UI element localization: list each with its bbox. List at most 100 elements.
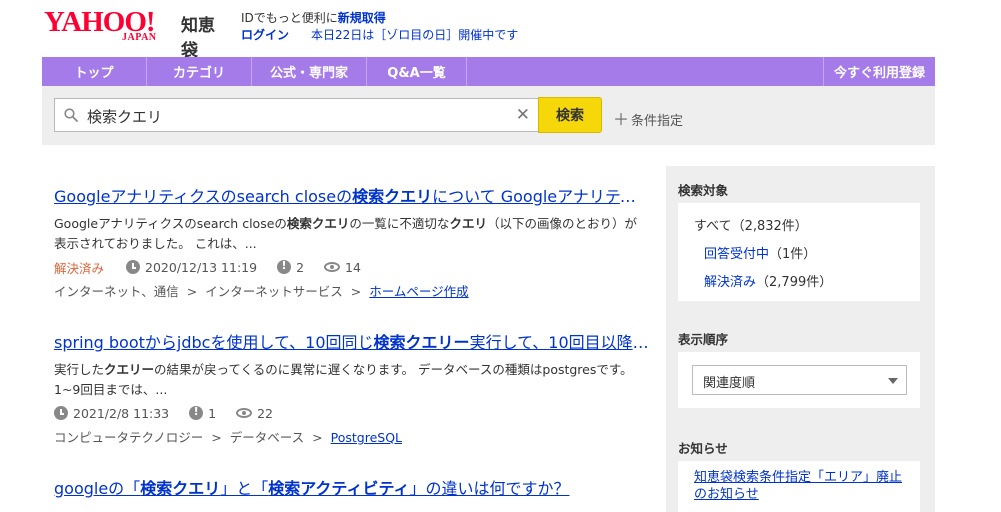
- title-part: 」と「: [220, 479, 269, 498]
- crumb: インターネット、通信: [54, 284, 179, 299]
- crumb: インターネットサービス: [205, 284, 343, 299]
- result-item: Googleアナリティクスのsearch closeの検索クエリについて Goo…: [54, 186, 649, 301]
- title-part: について Googleアナリティクスのsearch closeの検索クエリの一覧: [432, 187, 649, 206]
- result-title-link[interactable]: Googleアナリティクスのsearch closeの検索クエリについて Goo…: [54, 186, 649, 208]
- title-keyword: 検索クエリ: [352, 187, 433, 206]
- sort-order-box: 関連度順: [678, 352, 920, 408]
- id-text: IDでもっと便利に: [241, 11, 338, 25]
- global-nav: トップ カテゴリ 公式・専門家 Q&A一覧 今すぐ利用登録: [42, 57, 935, 86]
- search-target-box: すべて（2,832件） 回答受付中（1件） 解決済み（2,799件）: [678, 203, 920, 301]
- sort-order-value: 関連度順: [703, 376, 756, 391]
- clock-icon: [54, 406, 68, 420]
- news-box: 知恵袋検索条件指定「エリア」廃止のお知らせ: [678, 461, 920, 512]
- clock-icon: [126, 260, 141, 274]
- chevron-down-icon: [888, 378, 898, 384]
- result-meta: 2021/2/8 11:33 1 22: [54, 404, 649, 422]
- snippet-part: Googleアナリティクスのsearch closeの: [54, 216, 287, 231]
- search-target-heading: 検索対象: [678, 183, 729, 198]
- logo-chiebukuro: 知恵袋: [181, 16, 215, 61]
- filter-resolved-label: 解決済み: [704, 275, 757, 290]
- title-part: 実行して、10回目以降の処理時間: [469, 333, 649, 352]
- snippet-keyword: クエリー: [104, 362, 155, 377]
- post-date: 2020/12/13 11:19: [145, 259, 258, 275]
- breadcrumb: コンピュータテクノロジー > データベース > PostgreSQL: [54, 429, 649, 447]
- post-date: 2021/2/8 11:33: [73, 405, 170, 421]
- snippet-part: 実行した: [54, 362, 105, 377]
- filter-open-count: （1件）: [769, 247, 817, 262]
- plus-icon: ＋: [613, 110, 630, 129]
- date-item: 2020/12/13 11:19: [126, 260, 257, 275]
- views-item: 22: [236, 406, 273, 421]
- condition-label: 条件指定: [631, 114, 684, 129]
- nav-category[interactable]: カテゴリ: [147, 57, 252, 86]
- yahoo-chiebukuro-logo[interactable]: YAHOO! JAPAN 知恵袋: [44, 6, 224, 61]
- answer-count-icon: [277, 259, 292, 274]
- status-badge: 解決済み: [54, 260, 105, 276]
- nav-top[interactable]: トップ: [42, 57, 147, 86]
- search-query-text: 検索クエリ: [87, 108, 163, 126]
- sort-order-heading: 表示順序: [678, 332, 729, 347]
- signup-link[interactable]: 新規取得: [338, 11, 386, 25]
- date-item: 2021/2/8 11:33: [54, 406, 169, 421]
- search-button[interactable]: 検索: [538, 97, 602, 133]
- answer-count: 1: [208, 405, 217, 421]
- crumb: データベース: [229, 430, 305, 445]
- views-item: 14: [324, 260, 361, 275]
- filter-resolved-count: （2,799件）: [756, 275, 833, 290]
- filter-resolved[interactable]: 解決済み（2,799件）: [704, 271, 832, 290]
- nav-signup-button[interactable]: 今すぐ利用登録: [823, 57, 935, 86]
- title-part: spring bootからjdbcを使用して、10回同じ: [54, 333, 374, 352]
- crumb-link[interactable]: PostgreSQL: [331, 430, 402, 445]
- snippet-keyword: クエリ: [449, 216, 487, 231]
- search-band: 検索クエリ ✕ 検索 ＋条件指定: [42, 86, 935, 145]
- sort-order-select[interactable]: 関連度順: [692, 365, 907, 395]
- snippet-keyword: 検索クエリ: [286, 216, 350, 231]
- crumb: コンピュータテクノロジー: [54, 430, 204, 445]
- crumb-separator: >: [186, 284, 198, 299]
- eye-icon: [324, 262, 341, 272]
- breadcrumb: インターネット、通信 > インターネットサービス > ホームページ作成: [54, 283, 649, 301]
- zorome-notice-link[interactable]: 本日22日は［ゾロ目の日］開催中です: [311, 28, 518, 42]
- view-count: 14: [345, 259, 361, 275]
- answer-count: 2: [296, 259, 305, 275]
- answers-item: 1: [189, 405, 217, 421]
- snippet-part: の一覧に不適切な: [349, 216, 450, 231]
- title-part: Googleアナリティクスのsearch closeの: [54, 187, 353, 206]
- sidebar: 検索対象 すべて（2,832件） 回答受付中（1件） 解決済み（2,799件） …: [666, 166, 935, 512]
- filter-all[interactable]: すべて（2,832件）: [694, 215, 808, 234]
- eye-icon: [236, 408, 253, 418]
- crumb-separator: >: [211, 430, 222, 445]
- filter-open-label: 回答受付中: [704, 247, 770, 262]
- crumb-separator: >: [312, 430, 323, 445]
- login-link[interactable]: ログイン: [241, 28, 289, 42]
- condition-filter-link[interactable]: ＋条件指定: [613, 106, 683, 130]
- answers-item: 2: [277, 259, 305, 275]
- title-part: googleの「: [54, 479, 141, 498]
- nav-official-experts[interactable]: 公式・専門家: [252, 57, 367, 86]
- title-keyword: 検索クエリー: [373, 333, 470, 352]
- result-snippet: Googleアナリティクスのsearch closeの検索クエリの一覧に不適切な…: [54, 214, 649, 254]
- logo-japan: JAPAN: [122, 32, 157, 43]
- news-link[interactable]: 知恵袋検索条件指定「エリア」廃止のお知らせ: [694, 469, 909, 503]
- view-count: 22: [257, 405, 273, 421]
- title-part: 」の違いは何ですか？: [409, 479, 570, 498]
- news-heading: お知らせ: [678, 441, 728, 456]
- result-title-link[interactable]: spring bootからjdbcを使用して、10回同じ検索クエリー実行して、1…: [54, 332, 649, 354]
- search-icon: [64, 108, 78, 122]
- title-keyword: 検索アクティビティ: [268, 479, 410, 498]
- nav-qa-list[interactable]: Q&A一覧: [367, 57, 467, 86]
- result-snippet: 実行したクエリーの結果が戻ってくるのに異常に遅くなります。 データベースの種類は…: [54, 360, 649, 400]
- result-item: googleの「検索クエリ」と「検索アクティビティ」の違いは何ですか？: [54, 478, 649, 500]
- result-meta: 解決済み 2020/12/13 11:19 2 14: [54, 258, 649, 276]
- answer-count-icon: [189, 405, 204, 420]
- header: YAHOO! JAPAN 知恵袋 IDでもっと便利に新規取得 ログイン 本日22日…: [44, 6, 934, 61]
- result-item: spring bootからjdbcを使用して、10回同じ検索クエリー実行して、1…: [54, 332, 649, 447]
- crumb-separator: >: [350, 284, 362, 299]
- close-icon[interactable]: ✕: [516, 105, 530, 125]
- crumb-link[interactable]: ホームページ作成: [369, 284, 468, 299]
- title-keyword: 検索クエリ: [140, 479, 221, 498]
- search-input[interactable]: 検索クエリ ✕: [54, 98, 539, 132]
- result-title-link[interactable]: googleの「検索クエリ」と「検索アクティビティ」の違いは何ですか？: [54, 478, 649, 500]
- filter-open[interactable]: 回答受付中（1件）: [704, 243, 816, 262]
